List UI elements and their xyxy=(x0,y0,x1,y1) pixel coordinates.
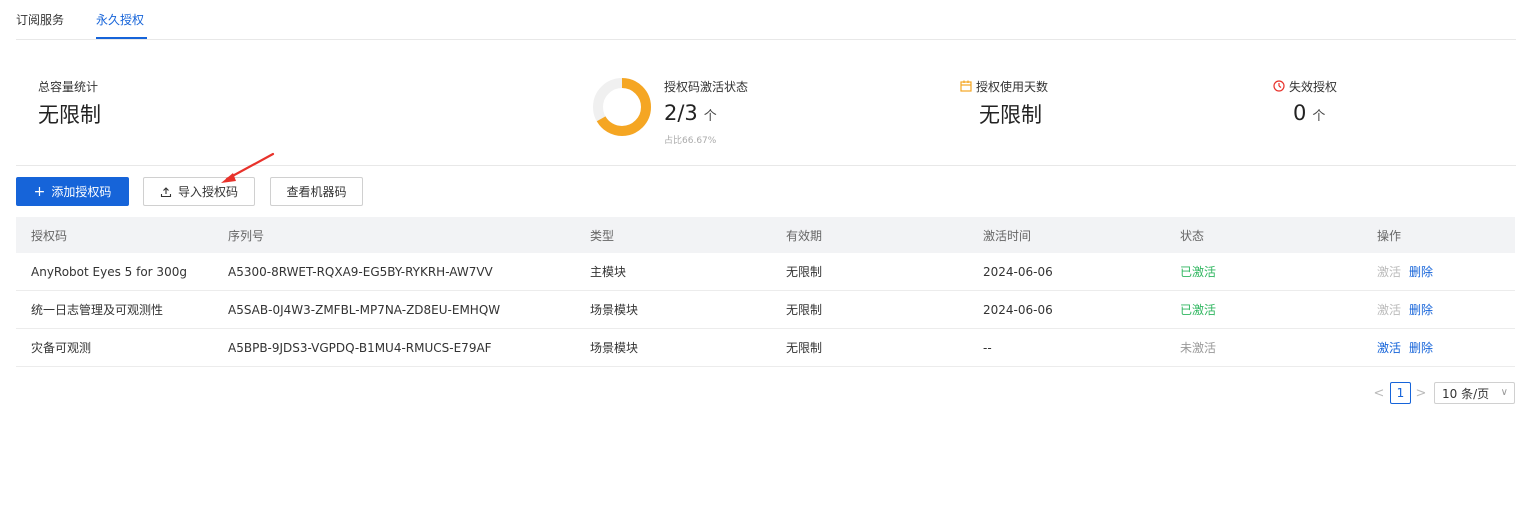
validity: 无限制 xyxy=(786,341,823,355)
invalid-value: 0 xyxy=(1293,101,1307,125)
delete-button[interactable]: 删除 xyxy=(1409,301,1433,318)
serial-number: A5300-8RWET-RQXA9-EG5BY-RYKRH-AW7VV xyxy=(228,264,493,279)
activation-value-wrap: 2/3 个 xyxy=(664,101,717,125)
next-page-button[interactable]: > xyxy=(1414,382,1428,404)
view-machine-code-label: 查看机器码 xyxy=(286,185,347,199)
calendar-icon xyxy=(960,80,972,92)
activation-donut-chart xyxy=(593,78,651,136)
tab-bar: 订阅服务 永久授权 xyxy=(16,0,1516,40)
capacity-label: 总容量统计 xyxy=(38,80,99,94)
clock-icon xyxy=(1273,80,1285,92)
activation-ratio: 占比66.67% xyxy=(664,136,717,146)
status-badge: 已激活 xyxy=(1180,303,1217,317)
invalid-label: 失效授权 xyxy=(1289,80,1338,94)
row-actions: 激活 删除 xyxy=(1377,253,1433,290)
page-number-current[interactable]: 1 xyxy=(1390,382,1411,404)
col-header-status: 状态 xyxy=(1180,228,1205,243)
col-header-validity: 有效期 xyxy=(786,228,823,243)
view-machine-code-button[interactable]: 查看机器码 xyxy=(270,177,363,206)
row-actions: 激活 删除 xyxy=(1377,291,1433,328)
page-size-value: 10 条/页 xyxy=(1442,386,1490,401)
serial-number: A5SAB-0J4W3-ZMFBL-MP7NA-ZD8EU-EMHQW xyxy=(228,302,501,317)
license-type: 场景模块 xyxy=(590,303,639,317)
col-header-serial: 序列号 xyxy=(228,228,265,243)
license-name: AnyRobot Eyes 5 for 300g xyxy=(31,264,187,279)
table-row: 灾备可观测 A5BPB-9JDS3-VGPDQ-B1MU4-RMUCS-E79A… xyxy=(16,329,1515,367)
tab-perpetual-license[interactable]: 永久授权 xyxy=(96,11,144,28)
row-actions: 激活 删除 xyxy=(1377,329,1433,366)
prev-page-button[interactable]: < xyxy=(1372,382,1386,404)
col-header-type: 类型 xyxy=(590,228,615,243)
add-license-label: 添加授权码 xyxy=(51,185,112,199)
days-label: 授权使用天数 xyxy=(976,80,1049,94)
license-name: 统一日志管理及可观测性 xyxy=(31,303,164,317)
col-header-activated-at: 激活时间 xyxy=(983,228,1032,243)
active-tab-indicator xyxy=(96,37,147,39)
chevron-down-icon: ∨ xyxy=(1500,387,1508,398)
license-type: 场景模块 xyxy=(590,341,639,355)
activated-at: -- xyxy=(983,340,992,355)
col-header-actions: 操作 xyxy=(1377,228,1402,243)
activate-button: 激活 xyxy=(1377,303,1402,317)
add-license-button[interactable]: + 添加授权码 xyxy=(16,177,129,206)
days-value: 无限制 xyxy=(979,103,1042,127)
capacity-value: 无限制 xyxy=(38,103,101,127)
activated-at: 2024-06-06 xyxy=(983,302,1053,317)
page-size-select[interactable]: 10 条/页 ∨ xyxy=(1434,382,1515,404)
serial-number: A5BPB-9JDS3-VGPDQ-B1MU4-RMUCS-E79AF xyxy=(228,340,492,355)
activation-value: 2/3 xyxy=(664,101,698,125)
license-table: 授权码 序列号 类型 有效期 激活时间 状态 操作 AnyRobot Eyes … xyxy=(16,217,1515,367)
table-header: 授权码 序列号 类型 有效期 激活时间 状态 操作 xyxy=(16,217,1515,253)
activate-button: 激活 xyxy=(1377,265,1402,279)
upload-icon xyxy=(160,186,172,197)
activate-button[interactable]: 激活 xyxy=(1377,339,1401,356)
stats-panel: 总容量统计 无限制 授权码激活状态 2/3 个 占比66.67% 授权使用天数 无… xyxy=(16,40,1516,166)
tab-subscription[interactable]: 订阅服务 xyxy=(16,11,64,28)
status-badge: 已激活 xyxy=(1180,265,1217,279)
table-row: 统一日志管理及可观测性 A5SAB-0J4W3-ZMFBL-MP7NA-ZD8E… xyxy=(16,291,1515,329)
table-row: AnyRobot Eyes 5 for 300g A5300-8RWET-RQX… xyxy=(16,253,1515,291)
annotation-arrow-icon xyxy=(221,152,275,183)
license-name: 灾备可观测 xyxy=(31,341,92,355)
validity: 无限制 xyxy=(786,303,823,317)
plus-icon: + xyxy=(33,183,46,200)
activation-label: 授权码激活状态 xyxy=(664,80,749,94)
invalid-unit: 个 xyxy=(1312,109,1326,124)
invalid-value-wrap: 0个 xyxy=(1293,101,1325,125)
delete-button[interactable]: 删除 xyxy=(1409,339,1433,356)
validity: 无限制 xyxy=(786,265,823,279)
col-header-license-code: 授权码 xyxy=(31,228,68,243)
status-badge: 未激活 xyxy=(1180,341,1217,355)
license-type: 主模块 xyxy=(590,265,627,279)
activated-at: 2024-06-06 xyxy=(983,264,1053,279)
delete-button[interactable]: 删除 xyxy=(1409,263,1433,280)
activation-unit: 个 xyxy=(703,109,717,124)
